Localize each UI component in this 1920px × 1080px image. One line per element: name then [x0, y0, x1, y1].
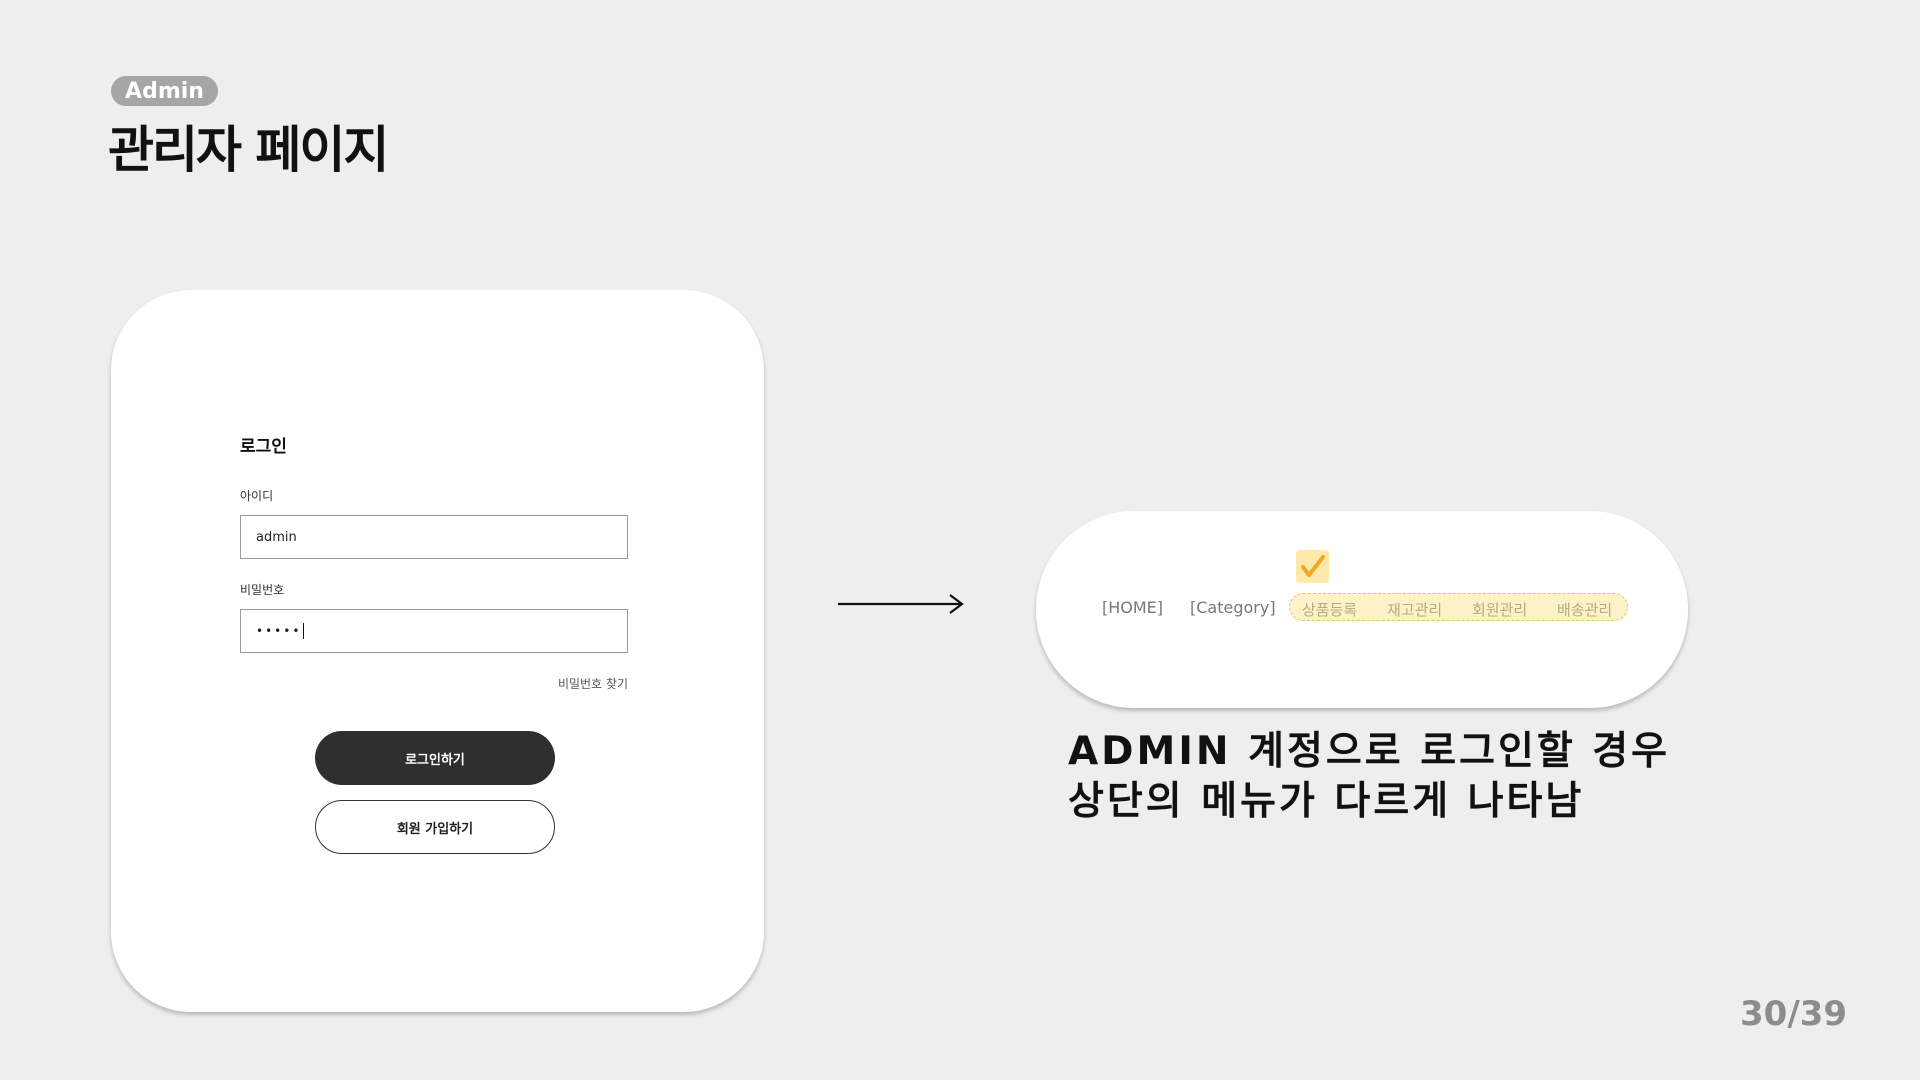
- find-password-link[interactable]: 비밀번호 찾기: [486, 675, 628, 692]
- checkmark-icon: [1296, 550, 1329, 583]
- login-title: 로그인: [240, 437, 287, 457]
- description-line-2: 상단의 메뉴가 다르게 나타남: [1068, 779, 1585, 824]
- id-label: 아이디: [240, 489, 274, 503]
- right-arrow-icon: [838, 594, 964, 614]
- admin-badge: Admin: [111, 76, 218, 106]
- password-label: 비밀번호: [240, 583, 285, 597]
- signup-button[interactable]: 회원 가입하기: [315, 800, 555, 854]
- id-input-value: admin: [256, 529, 297, 545]
- description-line-1: ADMIN 계정으로 로그인할 경우: [1068, 729, 1671, 774]
- login-button[interactable]: 로그인하기: [315, 731, 555, 785]
- nav-home[interactable]: [HOME]: [1102, 598, 1163, 617]
- nav-category[interactable]: [Category]: [1190, 598, 1276, 617]
- nav-delivery[interactable]: 배송관리: [1557, 599, 1612, 620]
- password-input-value: •••••: [256, 624, 302, 638]
- login-card: 로그인 아이디 admin 비밀번호 ••••• 비밀번호 찾기 로그인하기 회…: [111, 290, 764, 1012]
- id-input[interactable]: admin: [240, 515, 628, 559]
- admin-nav-card: [HOME] [Category] 상품등록 재고관리 회원관리 배송관리: [1036, 511, 1688, 708]
- description: ADMIN 계정으로 로그인할 경우 상단의 메뉴가 다르게 나타남: [1068, 727, 1670, 827]
- slide: Admin 관리자 페이지 로그인 아이디 admin 비밀번호 ••••• 비…: [0, 0, 1920, 1080]
- text-caret: [303, 623, 305, 639]
- page-title: 관리자 페이지: [108, 121, 389, 179]
- nav-inventory[interactable]: 재고관리: [1387, 599, 1442, 620]
- password-input[interactable]: •••••: [240, 609, 628, 653]
- page-number: 30/39: [1740, 994, 1848, 1034]
- nav-product-register[interactable]: 상품등록: [1302, 599, 1357, 620]
- admin-menu-group: 상품등록 재고관리 회원관리 배송관리: [1289, 593, 1628, 621]
- nav-members[interactable]: 회원관리: [1472, 599, 1527, 620]
